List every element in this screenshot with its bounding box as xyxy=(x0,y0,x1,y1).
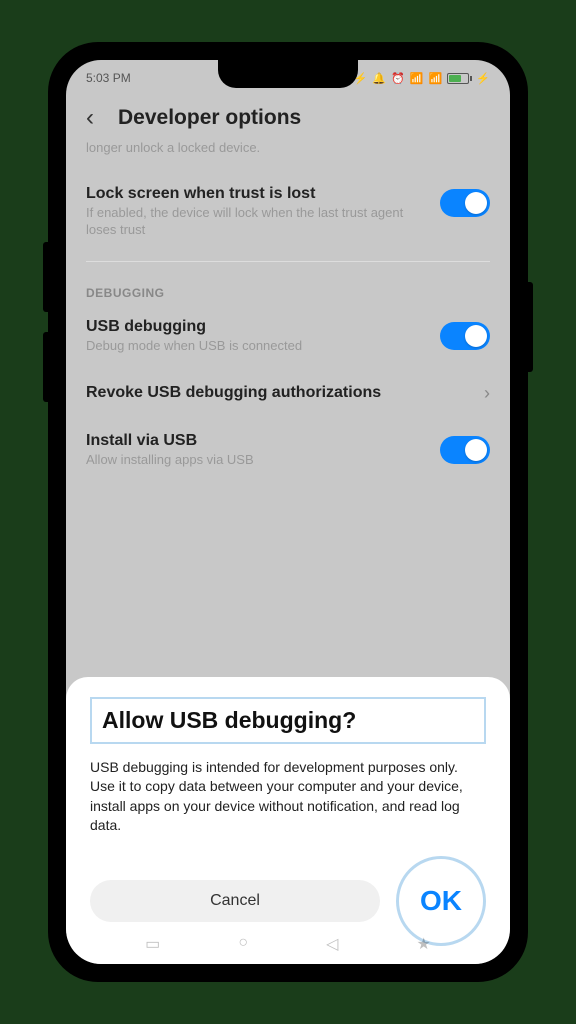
toggle-lock-screen-trust[interactable] xyxy=(440,189,490,217)
status-time: 5:03 PM xyxy=(86,71,131,85)
phone-screen: 5:03 PM ⚡ 🔔 ⏰ 📶 📶 ⚡ ‹ Developer options … xyxy=(66,60,510,964)
dialog-title-highlight: Allow USB debugging? xyxy=(90,697,486,744)
recents-icon[interactable]: ▭ xyxy=(145,934,160,954)
setting-usb-debugging[interactable]: USB debugging Debug mode when USB is con… xyxy=(86,306,490,367)
dialog-allow-usb-debugging: Allow USB debugging? USB debugging is in… xyxy=(66,677,510,964)
dialog-title: Allow USB debugging? xyxy=(102,707,474,734)
setting-title: Install via USB xyxy=(86,432,430,450)
setting-install-via-usb[interactable]: Install via USB Allow installing apps vi… xyxy=(86,420,490,481)
system-nav-bar: ▭ ○ ◁ ★ xyxy=(66,928,510,960)
setting-lock-screen-trust[interactable]: Lock screen when trust is lost If enable… xyxy=(86,173,490,251)
setting-desc: If enabled, the device will lock when th… xyxy=(86,205,430,239)
volume-down-button xyxy=(43,332,48,402)
partial-setting-desc: longer unlock a locked device. xyxy=(86,140,490,155)
status-indicator-icons: ⚡ 🔔 ⏰ 📶 📶 xyxy=(354,72,444,85)
content-area: longer unlock a locked device. Lock scre… xyxy=(66,140,510,481)
notch xyxy=(218,60,358,88)
section-label-debugging: DEBUGGING xyxy=(86,272,490,306)
back-icon[interactable]: ‹ xyxy=(86,104,94,132)
battery-icon xyxy=(447,73,472,84)
home-icon[interactable]: ○ xyxy=(238,934,248,954)
setting-revoke-authorizations[interactable]: Revoke USB debugging authorizations › xyxy=(86,367,490,420)
setting-desc: Allow installing apps via USB xyxy=(86,452,430,469)
chevron-right-icon: › xyxy=(484,383,490,404)
back-nav-icon[interactable]: ◁ xyxy=(326,934,338,954)
page-title: Developer options xyxy=(118,106,301,130)
dialog-body-text: USB debugging is intended for developmen… xyxy=(90,758,486,836)
setting-title: USB debugging xyxy=(86,318,430,336)
toggle-usb-debugging[interactable] xyxy=(440,322,490,350)
toggle-install-via-usb[interactable] xyxy=(440,436,490,464)
ok-button[interactable]: OK xyxy=(420,885,462,917)
cancel-button[interactable]: Cancel xyxy=(90,880,380,922)
phone-frame: 5:03 PM ⚡ 🔔 ⏰ 📶 📶 ⚡ ‹ Developer options … xyxy=(48,42,528,982)
divider xyxy=(86,261,490,262)
volume-up-button xyxy=(43,242,48,312)
setting-title: Revoke USB debugging authorizations xyxy=(86,384,381,402)
page-header: ‹ Developer options xyxy=(66,92,510,140)
status-icons-group: ⚡ 🔔 ⏰ 📶 📶 ⚡ xyxy=(354,72,490,85)
setting-desc: Debug mode when USB is connected xyxy=(86,338,430,355)
star-icon[interactable]: ★ xyxy=(417,934,431,954)
charging-icon: ⚡ xyxy=(476,72,490,85)
power-button xyxy=(528,282,533,372)
setting-title: Lock screen when trust is lost xyxy=(86,185,430,203)
